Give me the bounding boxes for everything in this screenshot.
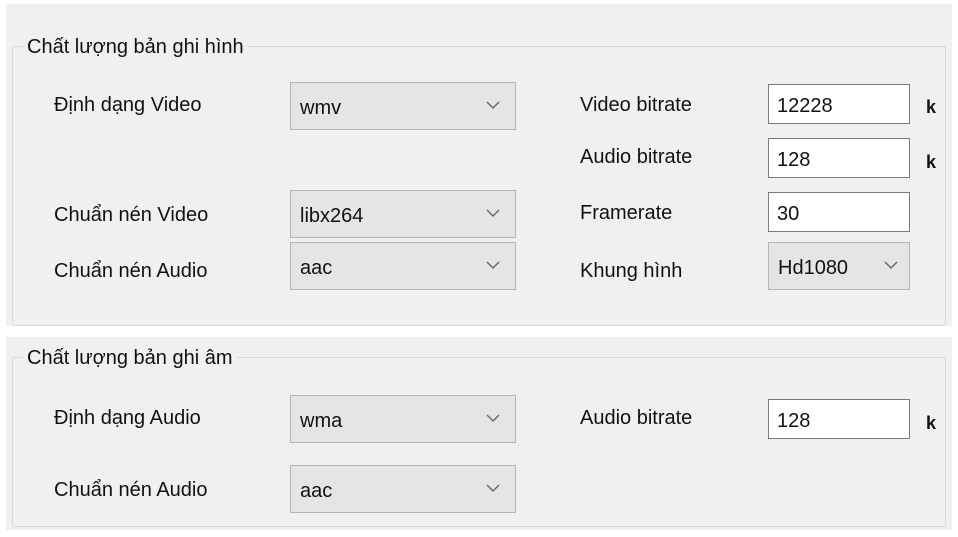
chevron-down-icon: [485, 478, 501, 498]
framerate-label: Framerate: [580, 202, 673, 224]
chevron-down-icon: [485, 408, 501, 428]
group-title-audio: Chất lượng bản ghi âm: [23, 345, 237, 371]
video-codec-value: libx264: [300, 205, 364, 227]
audio-codec-value: aac: [300, 480, 333, 502]
video-bitrate-unit: k: [926, 97, 937, 117]
audio-bitrate-unit: k: [926, 413, 937, 433]
chevron-down-icon: [485, 203, 501, 223]
audio-codec-label: Chuẩn nén Audio: [54, 260, 208, 282]
framerate-input[interactable]: 30: [768, 192, 910, 232]
audio-format-label: Định dạng Audio: [54, 407, 201, 429]
audio-quality-panel: Chất lượng bản ghi âm Định dạng Audio wm…: [6, 337, 952, 530]
video-audio-bitrate-input[interactable]: 128: [768, 138, 910, 178]
video-format-label: Định dạng Video: [54, 94, 202, 116]
chevron-down-icon: [485, 95, 501, 115]
frame-size-value: Hd1080: [778, 257, 849, 279]
audio-format-value: wma: [300, 410, 343, 432]
audio-bitrate-input[interactable]: 128: [768, 399, 910, 439]
audio-codec-label: Chuẩn nén Audio: [54, 479, 208, 501]
audio-bitrate-unit: k: [926, 152, 937, 172]
group-title-video: Chất lượng bản ghi hình: [23, 34, 248, 60]
video-audio-codec-dropdown[interactable]: aac: [290, 242, 516, 290]
chevron-down-icon: [485, 255, 501, 275]
framerate-value: 30: [777, 203, 800, 225]
video-bitrate-input[interactable]: 12228: [768, 84, 910, 124]
audio-codec-dropdown[interactable]: aac: [290, 465, 516, 513]
audio-bitrate-label: Audio bitrate: [580, 146, 693, 168]
video-format-dropdown[interactable]: wmv: [290, 82, 516, 130]
chevron-down-icon: [883, 255, 899, 275]
video-codec-dropdown[interactable]: libx264: [290, 190, 516, 238]
video-bitrate-label: Video bitrate: [580, 94, 692, 116]
video-quality-panel: Chất lượng bản ghi hình Định dạng Video …: [6, 4, 952, 326]
frame-size-dropdown[interactable]: Hd1080: [768, 242, 910, 290]
video-codec-label: Chuẩn nén Video: [54, 204, 209, 226]
video-bitrate-value: 12228: [777, 95, 833, 117]
audio-bitrate-label: Audio bitrate: [580, 407, 693, 429]
audio-format-dropdown[interactable]: wma: [290, 395, 516, 443]
frame-size-label: Khung hình: [580, 260, 683, 282]
audio-codec-value: aac: [300, 257, 333, 279]
audio-bitrate-value: 128: [777, 149, 811, 171]
audio-bitrate-value: 128: [777, 410, 811, 432]
video-format-value: wmv: [300, 97, 342, 119]
